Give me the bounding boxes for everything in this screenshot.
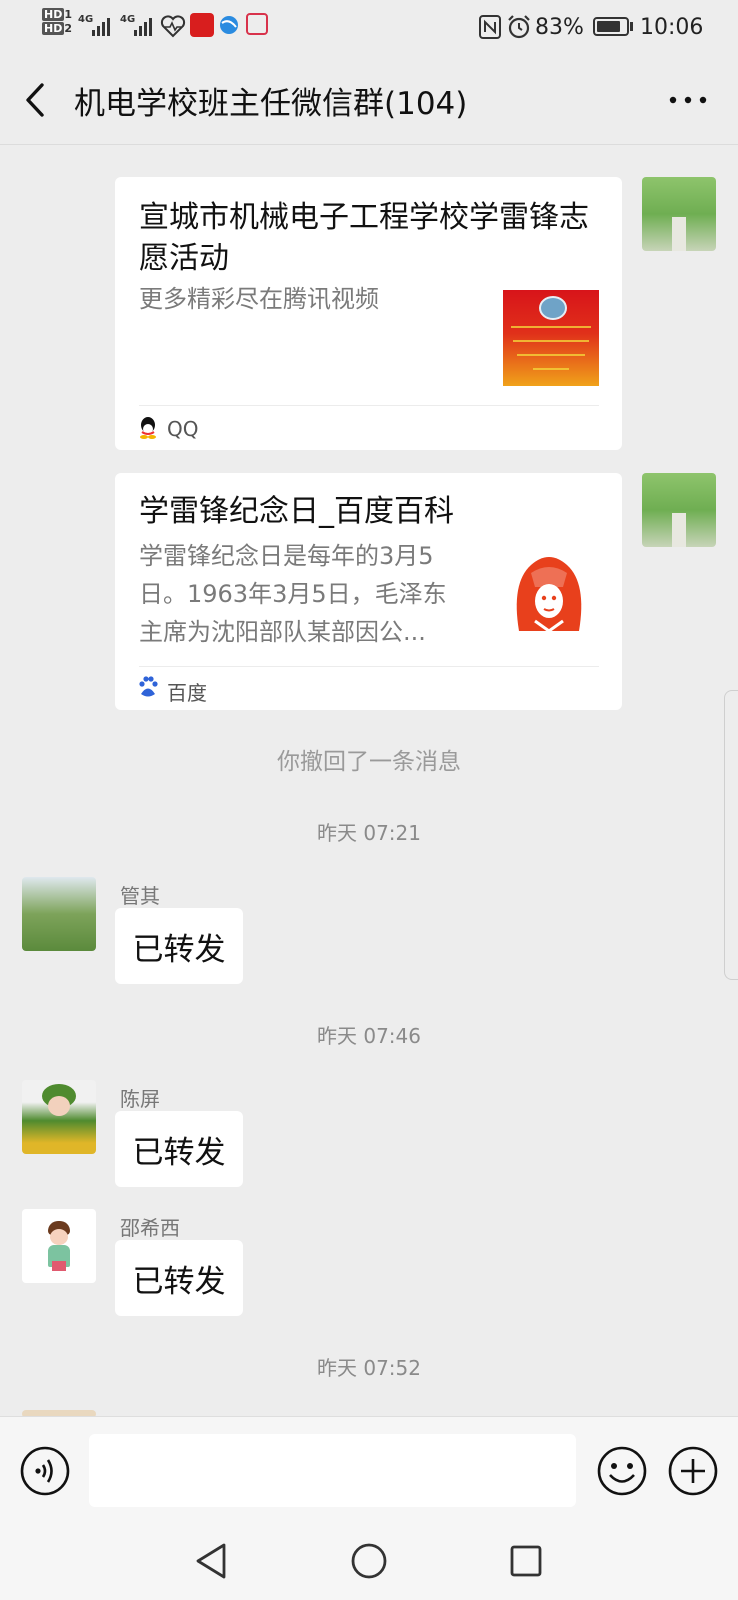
card-source: QQ — [167, 417, 199, 441]
sender-name: 陈屏 — [120, 1087, 160, 1111]
home-nav-icon[interactable] — [350, 1542, 388, 1580]
back-icon[interactable] — [22, 82, 50, 118]
system-nav-bar — [0, 1522, 738, 1600]
message-bubble[interactable]: 已转发 — [115, 908, 243, 984]
health-icon — [160, 15, 186, 38]
message-bubble[interactable]: 已转发 — [115, 1111, 243, 1187]
battery-percent: 83% — [535, 15, 584, 40]
message-bubble[interactable]: 已转发 — [115, 1240, 243, 1316]
nfc-icon — [479, 15, 501, 39]
sender-avatar[interactable] — [22, 1080, 96, 1154]
recents-nav-icon[interactable] — [509, 1544, 543, 1578]
card-thumbnail — [516, 557, 582, 633]
input-bar — [0, 1416, 738, 1523]
alarm-icon — [508, 15, 530, 39]
sender-avatar[interactable] — [22, 1209, 96, 1283]
card-title: 学雷锋纪念日_百度百科 — [139, 494, 454, 529]
card-divider — [139, 405, 599, 406]
card-thumbnail — [503, 290, 599, 386]
my-avatar[interactable] — [642, 473, 716, 547]
battery-tip — [630, 22, 633, 31]
link-card-baidu[interactable]: 学雷锋纪念日_百度百科 学雷锋纪念日是每年的3月5日。1963年3月5日，毛泽东… — [115, 473, 622, 710]
timestamp: 昨天 07:46 — [317, 1024, 421, 1048]
sender-avatar[interactable] — [22, 877, 96, 951]
clock: 10:06 — [640, 15, 704, 40]
sender-name: 管其 — [120, 884, 160, 908]
card-source: 百度 — [167, 681, 207, 705]
browser-icon — [220, 16, 238, 34]
chat-title: 机电学校班主任微信群(104) — [74, 86, 468, 122]
battery-icon — [593, 17, 629, 36]
card-description: 更多精彩尽在腾讯视频 — [139, 285, 379, 313]
baidu-icon — [139, 676, 158, 697]
message-input[interactable] — [89, 1434, 576, 1507]
signal-icon — [92, 18, 110, 36]
qq-icon — [140, 417, 156, 439]
more-icon[interactable] — [668, 94, 708, 106]
chat-header: 机电学校班主任微信群(104) — [0, 56, 738, 145]
signal-icon — [134, 18, 152, 36]
card-divider — [139, 666, 599, 667]
hd-indicator: HD 1 HD 2 — [42, 8, 72, 35]
emoji-icon[interactable] — [597, 1446, 647, 1496]
link-card-qq-video[interactable]: 宣城市机械电子工程学校学雷锋志愿活动 更多精彩尽在腾讯视频 QQ — [115, 177, 622, 450]
back-nav-icon[interactable] — [194, 1542, 228, 1580]
my-avatar[interactable] — [642, 177, 716, 251]
recall-notice: 你撤回了一条消息 — [277, 749, 461, 775]
app-notification-icon — [190, 13, 214, 37]
voice-icon[interactable] — [20, 1446, 70, 1496]
add-icon[interactable] — [668, 1446, 718, 1496]
card-title: 宣城市机械电子工程学校学雷锋志愿活动 — [139, 200, 589, 276]
timestamp: 昨天 07:52 — [317, 1356, 421, 1380]
timestamp: 昨天 07:21 — [317, 821, 421, 845]
status-bar: HD 1 HD 2 4G 4G 83% 10:06 — [0, 0, 738, 56]
sender-name: 邵希西 — [120, 1216, 180, 1240]
card-description: 学雷锋纪念日是每年的3月5日。1963年3月5日，毛泽东主席为沈阳部队某部因公.… — [139, 542, 447, 646]
calendar-icon — [246, 13, 268, 35]
